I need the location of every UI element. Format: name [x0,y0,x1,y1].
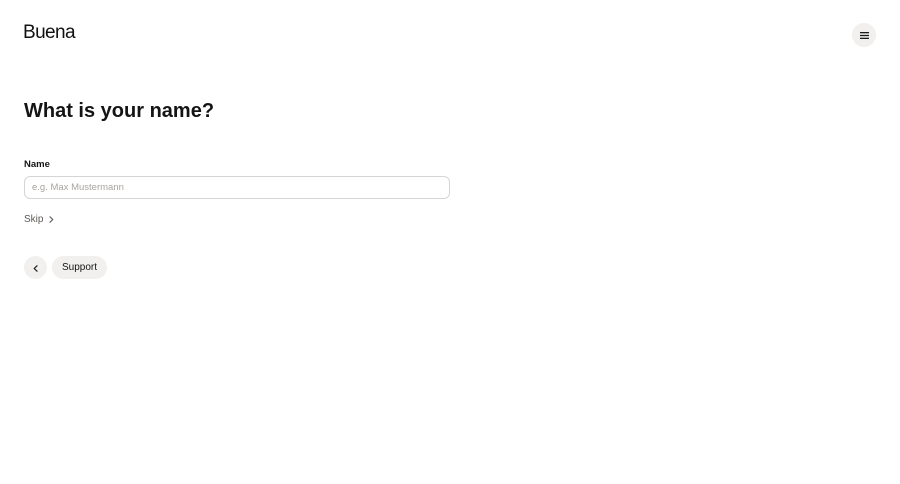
page-title: What is your name? [24,100,215,122]
name-input[interactable] [24,176,450,199]
menu-button[interactable] [852,23,876,47]
skip-link[interactable]: Skip [24,213,54,226]
chevron-left-icon [33,259,38,277]
buena-logo[interactable]: Buena [23,22,76,44]
support-button[interactable]: Support [52,256,108,279]
support-label: Support [62,262,98,273]
back-button[interactable] [24,256,47,279]
hamburger-menu-icon [859,31,869,39]
chevron-right-icon [49,216,54,223]
page: Buena What is your name? Name Skip Suppo [0,0,900,484]
skip-label: Skip [24,214,44,225]
name-field-label: Name [24,159,50,170]
